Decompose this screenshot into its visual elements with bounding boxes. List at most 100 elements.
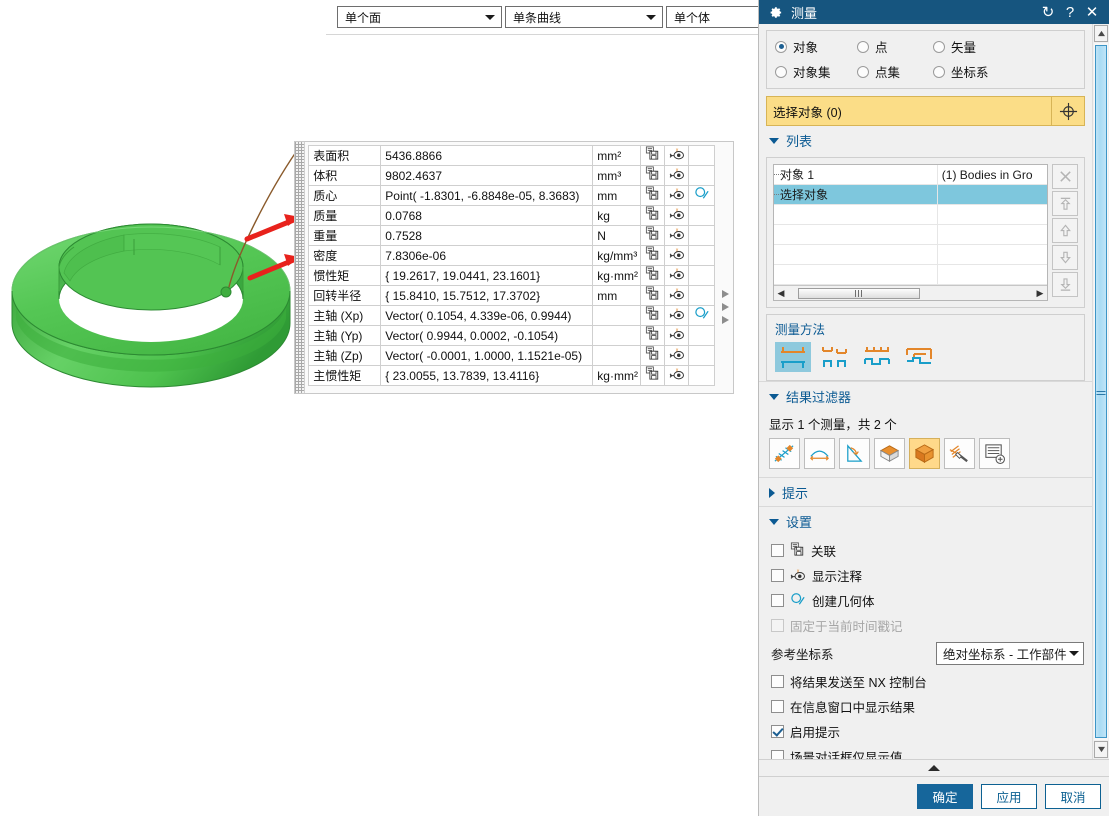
associative-icon[interactable] <box>641 166 665 186</box>
radio-矢量[interactable]: 矢量 <box>933 37 976 56</box>
table-row[interactable]: 质量0.0768kgx <box>309 206 715 226</box>
point-filter-icon[interactable] <box>769 438 800 469</box>
select-object-row[interactable]: 选择对象 (0) <box>766 96 1085 126</box>
angle-filter-icon[interactable] <box>839 438 870 469</box>
annotation-icon[interactable]: x <box>665 226 689 246</box>
table-row[interactable]: 重量0.7528Nx <box>309 226 715 246</box>
checkbox-icon[interactable] <box>771 675 784 688</box>
dialog-titlebar[interactable]: 测量 ↻ ? ✕ <box>759 0 1109 24</box>
hscroll-track[interactable] <box>788 287 1033 300</box>
checkbox-icon[interactable] <box>771 725 784 738</box>
annotation-icon[interactable]: x <box>665 246 689 266</box>
scroll-left-icon[interactable]: ◀ <box>774 288 788 299</box>
move-up-button[interactable] <box>1052 218 1078 243</box>
table-expand-arrows[interactable] <box>717 142 733 393</box>
checkbox-icon[interactable] <box>771 750 784 759</box>
associative-icon[interactable] <box>641 286 665 306</box>
geometry-icon[interactable] <box>689 186 715 206</box>
checkbox-icon[interactable] <box>771 700 784 713</box>
annotation-icon[interactable]: x <box>665 346 689 366</box>
scroll-down-button[interactable] <box>1094 741 1108 758</box>
geometry-icon[interactable] <box>689 226 715 246</box>
checkbox-row[interactable]: 将结果发送至 NX 控制台 <box>759 669 1092 694</box>
geometry-icon[interactable] <box>689 266 715 286</box>
checkbox-icon[interactable] <box>771 594 784 607</box>
checkbox-row[interactable]: x显示注释 <box>759 563 1092 588</box>
geometry-icon[interactable] <box>689 146 715 166</box>
associative-icon[interactable] <box>641 186 665 206</box>
help-button[interactable]: ? <box>1059 4 1081 21</box>
section-header-settings[interactable]: 设置 <box>759 506 1092 535</box>
delete-button[interactable] <box>1052 164 1078 189</box>
reset-button[interactable]: ↻ <box>1037 3 1059 21</box>
associative-icon[interactable] <box>641 206 665 226</box>
geometry-icon[interactable] <box>689 246 715 266</box>
curve-filter-icon[interactable] <box>804 438 835 469</box>
annotation-icon[interactable]: x <box>665 306 689 326</box>
cancel-button[interactable]: 取消 <box>1045 784 1101 809</box>
checkbox-row[interactable]: 关联 <box>759 538 1092 563</box>
annotation-icon[interactable]: x <box>665 366 689 386</box>
method-split-icon[interactable] <box>817 342 853 372</box>
geometry-icon[interactable] <box>689 166 715 186</box>
checkbox-row[interactable]: 场景对话框仅显示值 <box>759 744 1092 759</box>
method-simple-icon[interactable] <box>775 342 811 372</box>
list-item[interactable]: 对象 1(1) Bodies in Gro <box>774 165 1047 185</box>
associative-icon[interactable] <box>641 366 665 386</box>
checkbox-row[interactable]: 在信息窗口中显示结果 <box>759 694 1092 719</box>
radio-对象集[interactable]: 对象集 <box>775 62 857 81</box>
table-row[interactable]: 主轴 (Zp)Vector( -0.0001, 1.0000, 1.1521e-… <box>309 346 715 366</box>
associative-icon[interactable] <box>641 306 665 326</box>
checkbox-row[interactable]: 创建几何体 <box>759 588 1092 613</box>
table-drag-handle[interactable] <box>295 142 305 393</box>
associative-icon[interactable] <box>641 326 665 346</box>
table-row[interactable]: 主轴 (Xp)Vector( 0.1054, 4.339e-06, 0.9944… <box>309 306 715 326</box>
annotation-icon[interactable]: x <box>665 166 689 186</box>
crosshair-icon[interactable] <box>1051 97 1084 125</box>
ok-button[interactable]: 确定 <box>917 784 973 809</box>
section-header-result-filter[interactable]: 结果过滤器 <box>759 381 1092 410</box>
measurement-results-table[interactable]: 表面积5436.8866mm²x体积9802.4637mm³x质心Point( … <box>294 141 734 394</box>
table-row[interactable]: 质心Point( -1.8301, -6.8848e-05, 8.3683)mm… <box>309 186 715 206</box>
geometry-icon[interactable] <box>689 366 715 386</box>
associative-icon[interactable] <box>641 146 665 166</box>
filter-combo-curve[interactable]: 单条曲线 <box>505 6 663 28</box>
associative-icon[interactable] <box>641 266 665 286</box>
scroll-right-icon[interactable]: ▶ <box>1033 288 1047 299</box>
annotation-icon[interactable]: x <box>665 186 689 206</box>
radio-点集[interactable]: 点集 <box>857 62 933 81</box>
radio-对象[interactable]: 对象 <box>775 37 857 56</box>
scroll-up-button[interactable] <box>1094 25 1108 42</box>
list-row-empty[interactable] <box>774 225 1047 245</box>
apply-button[interactable]: 应用 <box>981 784 1037 809</box>
measure-dialog[interactable]: 测量 ↻ ? ✕ 对象点矢量 对象集点集坐标系 选择对象 (0) <box>758 0 1109 816</box>
body-filter-icon[interactable] <box>909 438 940 469</box>
graphics-canvas[interactable]: 单个面 单条曲线 单个体 <box>0 0 758 816</box>
table-row[interactable]: 密度7.8306e-06kg/mm³x <box>309 246 715 266</box>
close-button[interactable]: ✕ <box>1081 3 1103 21</box>
table-row[interactable]: 回转半径{ 15.8410, 15.7512, 17.3702}mmx <box>309 286 715 306</box>
table-row[interactable]: 表面积5436.8866mm²x <box>309 146 715 166</box>
geometry-icon[interactable] <box>689 286 715 306</box>
add-filter-icon[interactable] <box>979 438 1010 469</box>
dialog-scrollbar[interactable] <box>1092 24 1109 759</box>
table-row[interactable]: 惯性矩{ 19.2617, 19.0441, 23.1601}kg·mm²x <box>309 266 715 286</box>
radio-点[interactable]: 点 <box>857 37 933 56</box>
geometry-icon[interactable] <box>689 206 715 226</box>
geometry-icon[interactable] <box>689 326 715 346</box>
hscroll-thumb[interactable] <box>798 288 921 299</box>
list-horizontal-scrollbar[interactable]: ◀ ▶ <box>774 285 1047 300</box>
scrollbar-track[interactable] <box>1094 43 1108 740</box>
associative-icon[interactable] <box>641 346 665 366</box>
table-row[interactable]: 主惯性矩{ 23.0055, 13.7839, 13.4116}kg·mm²x <box>309 366 715 386</box>
dialog-collapse-strip[interactable] <box>759 759 1109 776</box>
annotation-icon[interactable]: x <box>665 206 689 226</box>
annotation-icon[interactable]: x <box>665 146 689 166</box>
list-row-empty[interactable] <box>774 265 1047 285</box>
list-row-empty[interactable] <box>774 205 1047 225</box>
face-filter-icon[interactable] <box>874 438 905 469</box>
section-header-list[interactable]: 列表 <box>759 126 1092 154</box>
geometry-icon[interactable] <box>689 346 715 366</box>
method-cumulative-icon[interactable] <box>901 342 937 372</box>
geometry-icon[interactable] <box>689 306 715 326</box>
